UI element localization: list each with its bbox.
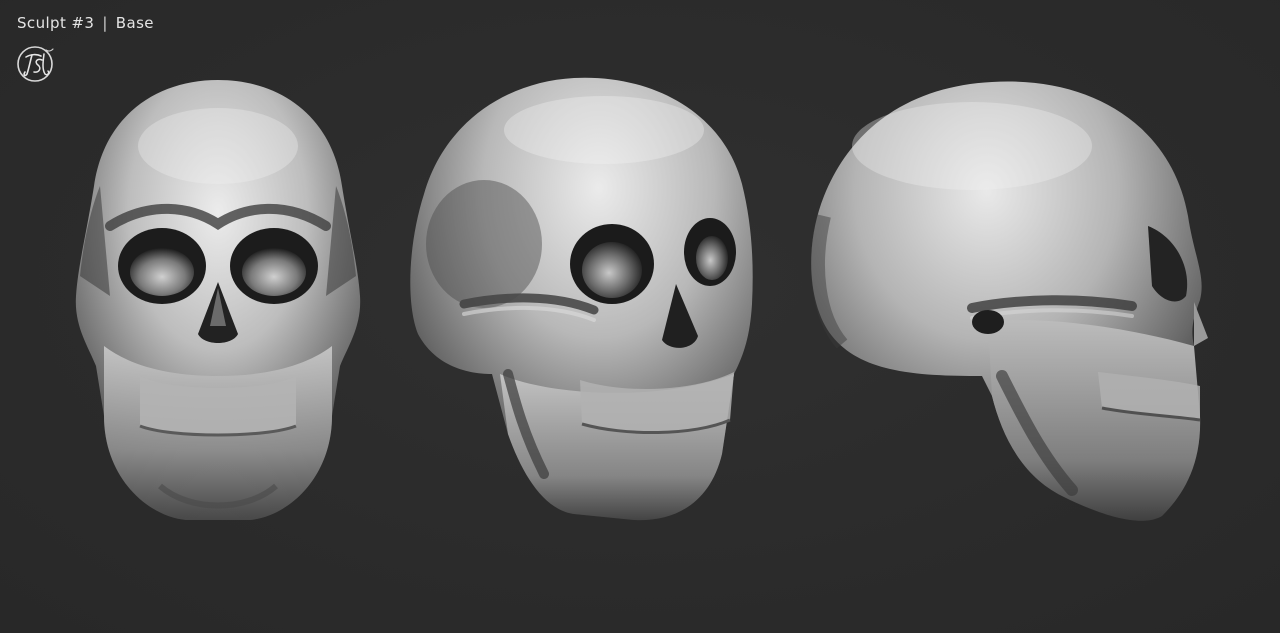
sculpt-views: [0, 0, 1280, 633]
skull-front-view: [75, 80, 361, 520]
skull-three-quarter-view: [410, 77, 753, 521]
viewport-canvas: Sculpt #3 | Base: [0, 0, 1280, 633]
skull-side-view: [811, 81, 1208, 521]
